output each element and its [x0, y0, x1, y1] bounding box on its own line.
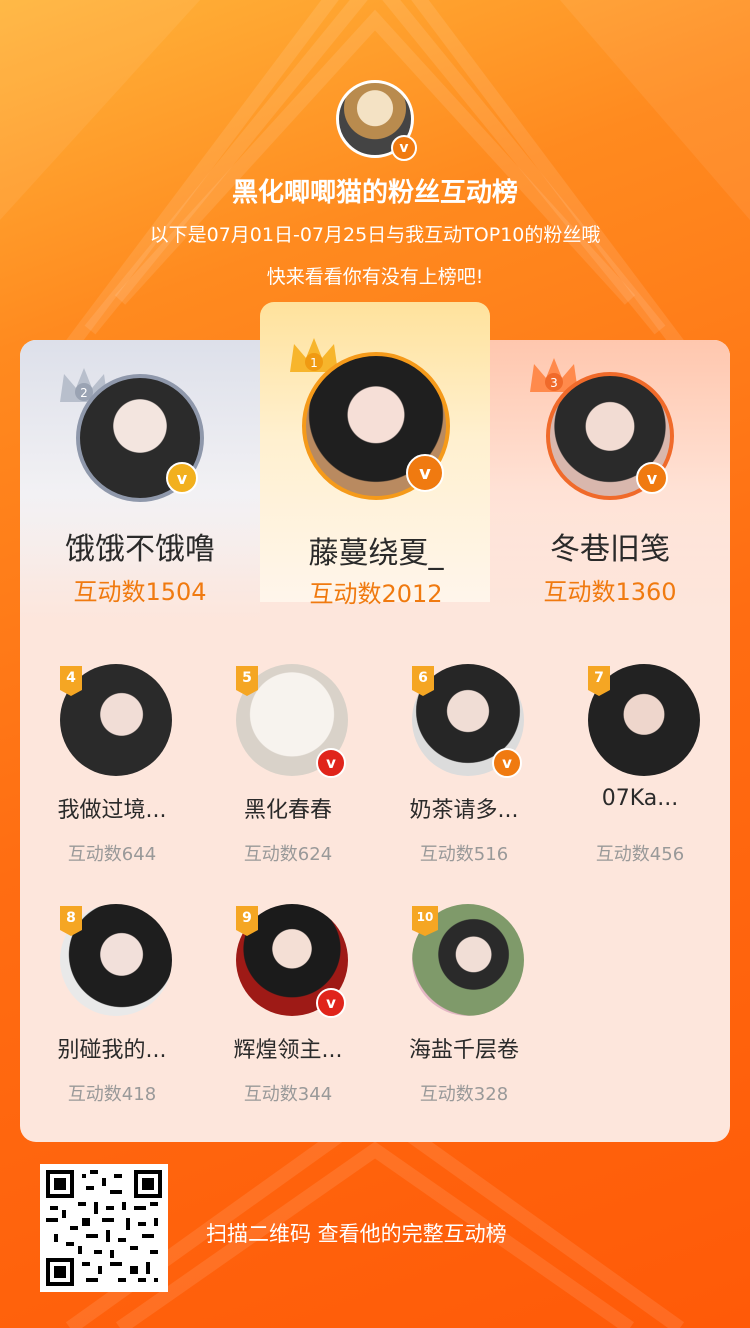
rank-flag: 10 — [412, 906, 438, 936]
interaction-count: 互动数624 — [243, 844, 333, 865]
fan-name: 黑化春春 — [243, 798, 332, 823]
rank-item-10[interactable]: 10 海盐千层卷 互动数328 — [376, 904, 552, 1114]
interaction-count: 互动数328 — [419, 1084, 509, 1105]
interaction-count: 互动数418 — [67, 1084, 157, 1105]
verified-icon: v — [492, 748, 522, 778]
rank-item-8[interactable]: 8 别碰我的... 互动数418 — [24, 904, 200, 1114]
interaction-count: 互动数644 — [67, 844, 157, 865]
fan-name: 别碰我的... — [57, 1038, 167, 1063]
fan-name: 辉煌领主... — [233, 1038, 343, 1063]
interaction-count: 互动数344 — [243, 1084, 333, 1105]
interaction-count: 互动数1504 — [73, 578, 207, 606]
page-title: 黑化唧唧猫的粉丝互动榜 — [231, 178, 518, 208]
top-item-rank-2[interactable]: 2 v 饿饿不饿噜 互动数1504 — [20, 340, 260, 620]
verified-icon: v — [316, 748, 346, 778]
verified-icon: v — [316, 988, 346, 1018]
rank-flag: 9 — [236, 906, 258, 936]
verified-icon: v — [391, 135, 417, 161]
rank-item-7[interactable]: 7 07Ka... 互动数456 — [552, 664, 728, 874]
fan-name: 冬巷旧笺 — [550, 532, 670, 567]
fan-name: 奶茶请多... — [409, 798, 519, 823]
fan-name: 藤蔓绕夏_ — [308, 536, 444, 571]
rank-item-4[interactable]: 4 我做过境... 互动数644 — [24, 664, 200, 874]
svg-text:3: 3 — [550, 376, 558, 390]
rank-flag: 4 — [60, 666, 82, 696]
top-item-rank-3[interactable]: 3 v 冬巷旧笺 互动数1360 — [490, 340, 730, 620]
fan-name: 我做过境... — [57, 798, 167, 823]
rank-flag: 8 — [60, 906, 82, 936]
scan-instruction: 扫描二维码 查看他的完整互动榜 — [206, 1222, 507, 1246]
rank-item-6[interactable]: 6 v 奶茶请多... 互动数516 — [376, 664, 552, 874]
svg-text:2: 2 — [80, 386, 88, 400]
qr-code[interactable] — [40, 1164, 168, 1292]
date-range-subtitle: 以下是07月01日-07月25日与我互动TOP10的粉丝哦 — [149, 224, 601, 246]
interaction-count: 互动数1360 — [543, 578, 677, 606]
rank-flag: 7 — [588, 666, 610, 696]
fan-name: 07Ka... — [601, 786, 679, 811]
fan-name: 饿饿不饿噜 — [65, 532, 215, 567]
host-avatar[interactable]: v — [336, 80, 417, 161]
interaction-count: 互动数2012 — [309, 580, 443, 608]
tagline: 快来看看你有没有上榜吧! — [266, 266, 484, 288]
verified-icon: v — [636, 462, 668, 494]
interaction-count: 互动数456 — [595, 844, 685, 865]
interaction-count: 互动数516 — [419, 844, 509, 865]
top-item-rank-1[interactable]: 1 v 藤蔓绕夏_ 互动数2012 — [256, 302, 496, 608]
rank-flag: 6 — [412, 666, 434, 696]
rank-flag: 5 — [236, 666, 258, 696]
rank-item-5[interactable]: 5 v 黑化春春 互动数624 — [200, 664, 376, 874]
rank-item-9[interactable]: 9 v 辉煌领主... 互动数344 — [200, 904, 376, 1114]
verified-icon: v — [166, 462, 198, 494]
svg-text:1: 1 — [310, 356, 318, 370]
verified-icon: v — [406, 454, 444, 492]
qr-code-icon — [46, 1170, 162, 1286]
fan-name: 海盐千层卷 — [408, 1038, 519, 1063]
